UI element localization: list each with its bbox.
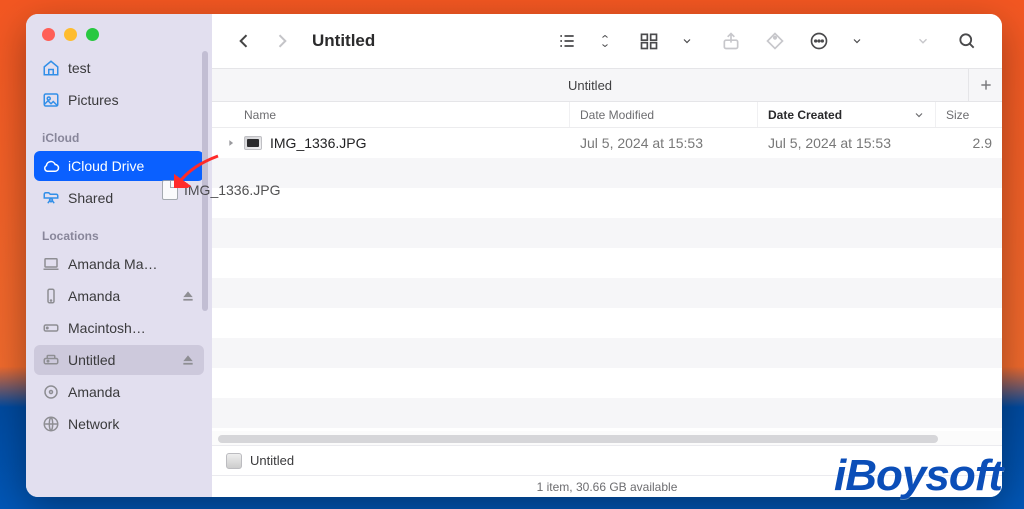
sidebar-item-amanda-mac[interactable]: Amanda Ma… <box>34 249 204 279</box>
sidebar-item-macintosh-hd[interactable]: Macintosh… <box>34 313 204 343</box>
forward-button[interactable] <box>268 27 296 55</box>
column-date-created[interactable]: Date Created <box>758 102 936 127</box>
sidebar-heading-icloud: iCloud <box>26 117 212 149</box>
column-date-modified[interactable]: Date Modified <box>570 102 758 127</box>
shared-folder-icon <box>42 189 60 207</box>
sidebar-item-label: test <box>68 60 196 76</box>
sidebar-item-label: Macintosh… <box>68 320 196 336</box>
sidebar-scroll: test Pictures iCloud iCloud Drive Shared <box>26 51 212 487</box>
file-name: IMG_1336.JPG <box>270 135 367 151</box>
empty-rows <box>212 158 1002 428</box>
file-row[interactable]: IMG_1336.JPG Jul 5, 2024 at 15:53 Jul 5,… <box>212 128 1002 158</box>
file-date-modified: Jul 5, 2024 at 15:53 <box>570 128 758 158</box>
view-list-button[interactable] <box>550 27 584 55</box>
eject-icon[interactable] <box>180 288 196 304</box>
sidebar-item-label: Network <box>68 416 196 432</box>
file-list[interactable]: IMG_1336.JPG Jul 5, 2024 at 15:53 Jul 5,… <box>212 128 1002 431</box>
zoom-window-button[interactable] <box>86 28 99 41</box>
eject-icon[interactable] <box>180 352 196 368</box>
column-name[interactable]: Name <box>212 102 570 127</box>
sidebar-item-icloud-drive[interactable]: iCloud Drive <box>34 151 204 181</box>
finder-window: test Pictures iCloud iCloud Drive Shared <box>26 14 1002 497</box>
tab-untitled[interactable]: Untitled <box>212 69 968 101</box>
phone-icon <box>42 287 60 305</box>
sidebar-heading-locations: Locations <box>26 215 212 247</box>
more-button[interactable] <box>802 27 836 55</box>
main-area: Untitled <box>212 14 1002 497</box>
tab-label: Untitled <box>568 78 612 93</box>
share-button[interactable] <box>714 27 748 55</box>
group-chevron-icon[interactable] <box>670 27 704 55</box>
sidebar-item-shared[interactable]: Shared <box>34 183 204 213</box>
sidebar-item-label: Amanda <box>68 288 172 304</box>
watermark: iBoysoft <box>834 451 1002 501</box>
sidebar-item-label: Amanda Ma… <box>68 256 196 272</box>
sidebar-item-label: iCloud Drive <box>68 158 196 174</box>
horizontal-scrollbar[interactable] <box>212 431 1002 445</box>
more-chevron-icon[interactable] <box>840 27 874 55</box>
sidebar-item-untitled[interactable]: Untitled <box>34 345 204 375</box>
sidebar-item-label: Pictures <box>68 92 196 108</box>
view-options-chevron-icon[interactable] <box>588 27 622 55</box>
globe-icon <box>42 415 60 433</box>
column-size[interactable]: Size <box>936 102 1002 127</box>
disk-icon <box>42 383 60 401</box>
disk-icon <box>226 453 242 469</box>
add-tab-button[interactable] <box>968 69 1002 101</box>
photo-icon <box>42 91 60 109</box>
file-thumbnail-icon <box>244 136 262 150</box>
tab-bar: Untitled <box>212 68 1002 102</box>
sidebar-item-amanda-disk[interactable]: Amanda <box>34 377 204 407</box>
open-chevron-icon[interactable] <box>906 27 940 55</box>
sidebar-item-label: Amanda <box>68 384 196 400</box>
path-label: Untitled <box>250 453 294 468</box>
disclosure-icon[interactable] <box>226 138 236 148</box>
scrollbar-thumb[interactable] <box>218 435 938 443</box>
back-button[interactable] <box>230 27 258 55</box>
sidebar-item-amanda-phone[interactable]: Amanda <box>34 281 204 311</box>
search-button[interactable] <box>950 27 984 55</box>
ext-disk-icon <box>42 351 60 369</box>
file-size: 2.9 <box>936 128 1002 158</box>
sidebar-item-label: Untitled <box>68 352 172 368</box>
tags-button[interactable] <box>758 27 792 55</box>
sidebar-item-test[interactable]: test <box>34 53 204 83</box>
close-window-button[interactable] <box>42 28 55 41</box>
window-title: Untitled <box>312 31 375 51</box>
sidebar-item-pictures[interactable]: Pictures <box>34 85 204 115</box>
home-icon <box>42 59 60 77</box>
window-controls <box>26 14 212 51</box>
minimize-window-button[interactable] <box>64 28 77 41</box>
group-button[interactable] <box>632 27 666 55</box>
hdd-icon <box>42 319 60 337</box>
file-date-created: Jul 5, 2024 at 15:53 <box>758 128 936 158</box>
cloud-icon <box>42 157 60 175</box>
sidebar-item-label: Shared <box>68 190 196 206</box>
sort-chevron-icon <box>913 109 925 121</box>
column-headers: Name Date Modified Date Created Size <box>212 102 1002 128</box>
sidebar-scrollbar[interactable] <box>202 51 208 311</box>
toolbar: Untitled <box>212 14 1002 68</box>
sidebar: test Pictures iCloud iCloud Drive Shared <box>26 14 212 497</box>
sidebar-item-network[interactable]: Network <box>34 409 204 439</box>
laptop-icon <box>42 255 60 273</box>
